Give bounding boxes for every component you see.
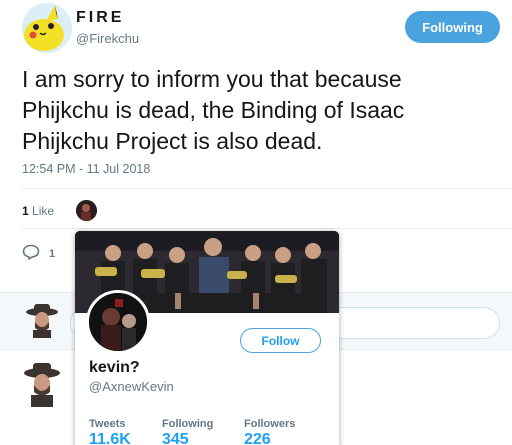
- display-name[interactable]: FIRE: [76, 9, 124, 27]
- cowboy-hat-avatar-icon: [26, 304, 58, 338]
- current-user-avatar[interactable]: [24, 302, 60, 338]
- cowboy-hat-avatar-icon: [24, 363, 60, 407]
- reply-icon: [22, 244, 40, 261]
- tweet-timestamp[interactable]: 12:54 PM - 11 Jul 2018: [22, 162, 150, 176]
- pikachu-avatar-icon: [22, 3, 72, 53]
- profile-hover-card[interactable]: Follow kevin? @AxnewKevin Tweets 11.6K F…: [75, 231, 339, 445]
- stat-followers-label[interactable]: Followers: [244, 418, 295, 430]
- stat-following-value[interactable]: 345: [162, 431, 189, 445]
- profile-avatar[interactable]: [22, 3, 72, 53]
- stat-followers-value[interactable]: 226: [244, 431, 271, 445]
- reply-author-avatar[interactable]: [22, 361, 62, 407]
- card-avatar[interactable]: [86, 290, 150, 354]
- card-handle[interactable]: @AxnewKevin: [89, 379, 174, 394]
- likes-label: Like: [32, 204, 55, 218]
- liker-avatar-icon: [76, 200, 97, 221]
- divider: [22, 188, 512, 189]
- reply-button[interactable]: [22, 244, 40, 261]
- stat-tweets-label[interactable]: Tweets: [89, 418, 125, 430]
- follow-button[interactable]: Follow: [240, 328, 321, 353]
- following-button[interactable]: Following: [405, 11, 500, 43]
- tweet-text: I am sorry to inform you that because Ph…: [22, 66, 405, 154]
- user-handle[interactable]: @Firekchu: [76, 31, 139, 46]
- stat-following-label[interactable]: Following: [162, 418, 213, 430]
- divider: [22, 228, 512, 229]
- card-display-name[interactable]: kevin?: [89, 359, 140, 377]
- reply-count: 1: [49, 248, 56, 260]
- card-avatar-photo: [89, 293, 147, 351]
- liker-avatar[interactable]: [76, 200, 97, 221]
- stat-tweets-value[interactable]: 11.6K: [89, 431, 131, 445]
- likes-stat[interactable]: 1 Like: [22, 204, 54, 218]
- likes-count: 1: [22, 204, 29, 218]
